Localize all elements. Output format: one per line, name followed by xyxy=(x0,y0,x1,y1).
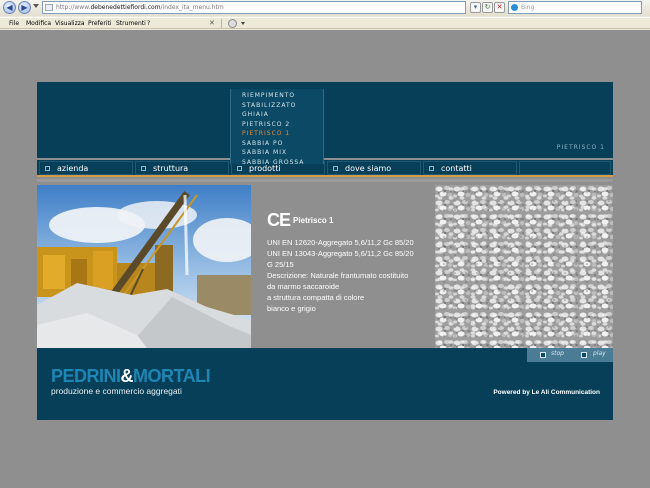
history-dropdown-icon[interactable] xyxy=(33,4,39,8)
nav-bullet-icon xyxy=(333,166,338,171)
browser-menubar: File Modifica Visualizza Preferiti Strum… xyxy=(0,17,650,29)
spec-line: Descrizione: Naturale frantumato costitu… xyxy=(267,271,409,280)
dropdown-item-ghiaia[interactable]: GHIAIA xyxy=(231,110,323,120)
dropdown-item-riempimento[interactable]: RIEMPIMENTO xyxy=(231,91,323,101)
stop-icon[interactable] xyxy=(540,352,546,358)
stop-button[interactable]: stop xyxy=(551,350,564,357)
logo-tagline: produzione e commercio aggregati xyxy=(51,386,182,396)
tab-separator xyxy=(221,19,222,28)
spec-line: bianco e grigio xyxy=(267,304,316,313)
nav-contatti[interactable]: contatti xyxy=(423,161,517,175)
nav-label: contatti xyxy=(441,164,472,173)
menu-strumenti[interactable]: Strumenti xyxy=(116,19,146,28)
nav-label: azienda xyxy=(57,164,89,173)
logo-part1: PEDRINI xyxy=(51,366,121,386)
quarry-photo xyxy=(37,185,251,348)
menu-visualizza[interactable]: Visualizza xyxy=(55,19,85,28)
nav-bullet-icon xyxy=(141,166,146,171)
product-title: Pietrisco 1 xyxy=(293,216,334,225)
dropdown-item-sabbia-mix[interactable]: SABBIA MIX xyxy=(231,148,323,158)
search-placeholder: Bing xyxy=(521,4,535,11)
page-favicon-icon xyxy=(45,4,53,11)
browser-chrome: ◀ ▶ http://www.debenedettiefiordi.com/in… xyxy=(0,0,650,30)
address-suffix: /index_ita_menu.htm xyxy=(160,4,224,11)
dropdown-item-sabbia-grossa[interactable]: SABBIA GROSSA xyxy=(231,158,323,168)
nav-label: struttura xyxy=(153,164,189,173)
spec-line: UNI EN 12620-Aggregato 5,6/11,2 Gc 85/20 xyxy=(267,238,414,247)
stop-loading-icon[interactable]: ✕ xyxy=(494,2,505,13)
play-icon[interactable] xyxy=(581,352,587,358)
ce-mark: CE xyxy=(267,210,291,230)
company-logo: PEDRINI&MORTALI xyxy=(51,366,211,387)
refresh-icon[interactable]: ↻ xyxy=(482,2,493,13)
address-prefix: http://www. xyxy=(56,4,91,11)
tab-menu-chevron-icon[interactable] xyxy=(241,22,245,25)
nav-azienda[interactable]: azienda xyxy=(39,161,133,175)
new-tab-icon[interactable] xyxy=(228,19,237,28)
page-label: PIETRISCO 1 xyxy=(556,144,605,151)
website: PIETRISCO 1 RIEMPIMENTO STABILIZZATO GHI… xyxy=(37,82,613,420)
nav-label: dove siamo xyxy=(345,164,392,173)
nav-dove-siamo[interactable]: dove siamo xyxy=(327,161,421,175)
slideshow-controls: stop play xyxy=(527,348,613,362)
address-domain: debenedettiefiordi.com xyxy=(90,4,161,11)
content-top-strip xyxy=(37,179,613,182)
play-button[interactable]: play xyxy=(593,350,606,357)
nav-struttura[interactable]: struttura xyxy=(135,161,229,175)
logo-ampersand: & xyxy=(120,366,134,386)
dropdown-item-pietrisco-1[interactable]: PIETRISCO 1 xyxy=(231,129,323,139)
back-button[interactable]: ◀ xyxy=(3,1,16,14)
menu-modifica[interactable]: Modifica xyxy=(26,19,51,28)
spec-line: UNI EN 13043-Aggregato 5,6/11,2 Gc 85/20 xyxy=(267,249,414,258)
address-bar[interactable]: http://www.debenedettiefiordi.com/index_… xyxy=(42,1,466,14)
bing-icon xyxy=(511,4,518,11)
close-tab-icon[interactable]: ✕ xyxy=(209,19,215,28)
logo-part2: MORTALI xyxy=(133,366,211,386)
forward-button[interactable]: ▶ xyxy=(18,1,31,14)
menu-help[interactable]: ? xyxy=(147,19,150,28)
dropdown-item-sabbia-po[interactable]: SABBIA PO xyxy=(231,139,323,149)
address-dropdown-icon[interactable]: ▾ xyxy=(470,2,481,13)
spec-line: a struttura compatta di colore xyxy=(267,293,365,302)
dropdown-item-stabilizzato[interactable]: STABILIZZATO xyxy=(231,101,323,111)
dropdown-item-pietrisco-2[interactable]: PIETRISCO 2 xyxy=(231,120,323,130)
main-navbar: azienda struttura prodotti dove siamo co… xyxy=(37,160,613,177)
spec-line: G 25/15 xyxy=(267,260,294,269)
site-header: PIETRISCO 1 xyxy=(37,82,613,158)
search-input[interactable]: Bing xyxy=(508,1,642,14)
menu-file[interactable]: File xyxy=(9,19,19,28)
spec-line: da marmo saccaroide xyxy=(267,282,340,291)
nav-bullet-icon xyxy=(45,166,50,171)
gravel-photo xyxy=(435,185,613,348)
powered-by-link[interactable]: Powered by Le Ali Communication xyxy=(493,389,600,396)
site-footer: stop play PEDRINI&MORTALI produzione e c… xyxy=(37,348,613,420)
products-dropdown-menu: RIEMPIMENTO STABILIZZATO GHIAIA PIETRISC… xyxy=(230,89,324,166)
browser-toolbar: ◀ ▶ http://www.debenedettiefiordi.com/in… xyxy=(0,0,650,16)
menu-preferiti[interactable]: Preferiti xyxy=(88,19,112,28)
nav-empty-slot xyxy=(519,161,611,175)
nav-bullet-icon xyxy=(429,166,434,171)
